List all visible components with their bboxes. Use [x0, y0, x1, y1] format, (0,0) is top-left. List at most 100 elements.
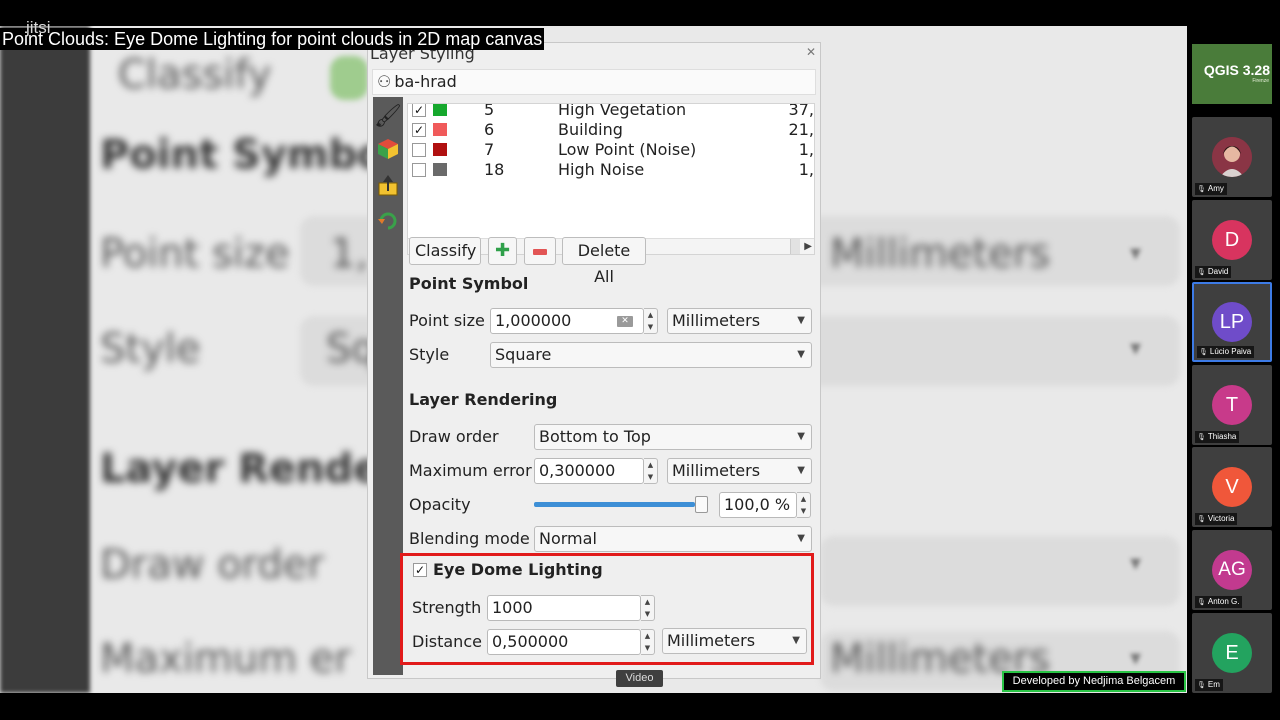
class-checkbox[interactable]: [412, 143, 426, 157]
opacity-input[interactable]: 100,0 %: [719, 492, 797, 518]
class-checkbox[interactable]: [412, 163, 426, 177]
participant-name: 🎙 Em: [1195, 679, 1223, 691]
elevation-icon[interactable]: [374, 173, 402, 201]
clear-icon[interactable]: ✕: [617, 316, 633, 327]
avatar: E: [1212, 633, 1252, 673]
eye-dome-lighting-checkbox[interactable]: ✓: [413, 563, 427, 577]
point-cloud-layer-icon: ⚇: [377, 72, 392, 91]
conference-logo-subtitle: Firenze: [1252, 78, 1269, 84]
plus-icon: ✚: [494, 240, 511, 261]
class-color-swatch[interactable]: [433, 163, 447, 176]
class-checkbox[interactable]: ✓: [412, 123, 426, 137]
avatar: [1212, 137, 1252, 177]
distance-stepper[interactable]: ▲ ▼: [641, 629, 655, 655]
avatar: T: [1212, 385, 1252, 425]
strength-input[interactable]: 1000: [487, 595, 641, 621]
participant-tile-active[interactable]: LP 🎙 Lúcio Paiva: [1192, 282, 1272, 362]
video-title: Point Clouds: Eye Dome Lighting for poin…: [0, 28, 545, 50]
bg-word: Point size: [100, 231, 290, 277]
avatar: AG: [1212, 550, 1252, 590]
class-label: Low Point (Noise): [558, 140, 697, 159]
point-symbol-heading: Point Symbol: [409, 274, 529, 293]
class-color-swatch[interactable]: [433, 143, 447, 156]
avatar: D: [1212, 220, 1252, 260]
layer-selector[interactable]: ⚇ ba-hrad: [372, 69, 816, 95]
chevron-down-icon: ▼: [797, 431, 805, 442]
bg-chevron: ▾: [1130, 336, 1142, 361]
table-row[interactable]: ✓ 5 High Vegetation 37,: [408, 103, 814, 120]
point-size-value: 1,000000: [495, 311, 572, 330]
scroll-right-icon[interactable]: ▶: [804, 239, 812, 254]
close-icon[interactable]: ✕: [806, 45, 816, 59]
participant-tile[interactable]: 🎙 Amy: [1192, 117, 1272, 197]
eye-dome-lighting-group: ✓ Eye Dome Lighting Strength 1000 ▲ ▼ Dis…: [400, 553, 814, 665]
draw-order-label: Draw order: [409, 427, 499, 446]
classify-button[interactable]: Classify: [409, 237, 481, 265]
point-size-unit-select[interactable]: Millimeters ▼: [667, 308, 812, 334]
participant-tile[interactable]: D 🎙 David: [1192, 200, 1272, 280]
maximum-error-unit-select[interactable]: Millimeters ▼: [667, 458, 812, 484]
opacity-label: Opacity: [409, 495, 471, 514]
chevron-down-icon: ▼: [797, 349, 805, 360]
delete-all-button[interactable]: Delete All: [562, 237, 646, 286]
bg-chevron: ▾: [1130, 551, 1142, 576]
strength-stepper[interactable]: ▲ ▼: [641, 595, 655, 621]
distance-input[interactable]: 0,500000: [487, 629, 641, 655]
maximum-error-label: Maximum error: [409, 461, 532, 480]
bg-word: Classify: [118, 52, 272, 98]
style-value: Square: [495, 345, 552, 364]
bg-word: Millimeters: [830, 231, 1051, 277]
mic-muted-icon: 🎙: [1197, 269, 1206, 276]
mic-muted-icon: 🎙: [1197, 186, 1206, 193]
chevron-down-icon: ▼: [797, 315, 805, 326]
participant-name: 🎙 David: [1195, 266, 1232, 278]
add-class-button[interactable]: ✚: [488, 237, 517, 265]
layer-name: ba-hrad: [394, 72, 457, 91]
class-checkbox[interactable]: ✓: [412, 104, 426, 117]
blending-mode-value: Normal: [539, 529, 597, 548]
style-select[interactable]: Square ▼: [490, 342, 812, 368]
mic-muted-icon: 🎙: [1199, 349, 1208, 356]
participant-name: 🎙 Lúcio Paiva: [1197, 346, 1255, 358]
table-row[interactable]: 7 Low Point (Noise) 1,: [408, 140, 814, 160]
style-label: Style: [409, 345, 450, 364]
mic-muted-icon: 🎙: [1197, 516, 1206, 523]
draw-order-select[interactable]: Bottom to Top ▼: [534, 424, 812, 450]
table-row[interactable]: 18 High Noise 1,: [408, 160, 814, 180]
maximum-error-stepper[interactable]: ▲ ▼: [644, 458, 658, 484]
opacity-slider[interactable]: [534, 492, 708, 518]
scroll-thumb[interactable]: [790, 239, 800, 254]
maximum-error-unit: Millimeters: [672, 461, 761, 480]
distance-unit-select[interactable]: Millimeters ▼: [662, 628, 807, 654]
participant-tile[interactable]: E 🎙 Em: [1192, 613, 1272, 693]
table-row[interactable]: ✓ 6 Building 21,: [408, 120, 814, 140]
class-color-swatch[interactable]: [433, 123, 447, 136]
class-label: High Noise: [558, 160, 645, 179]
bg-word: Point Symbo: [100, 132, 385, 178]
point-size-input[interactable]: 1,000000 ✕: [490, 308, 644, 334]
video-dark-strip: [0, 26, 90, 693]
opacity-slider-handle[interactable]: [695, 496, 708, 513]
history-icon[interactable]: [374, 209, 402, 237]
paintbrush-icon[interactable]: 🖌: [374, 103, 402, 131]
class-value: 7: [484, 140, 495, 159]
opacity-stepper[interactable]: ▲ ▼: [797, 492, 811, 518]
participant-tile[interactable]: V 🎙 Victoria: [1192, 447, 1272, 527]
class-count: 37,: [788, 103, 814, 119]
bg-word: Maximum er: [100, 636, 351, 682]
participant-name: 🎙 Victoria: [1195, 513, 1238, 525]
conference-logo-tile[interactable]: QGIS 3.28 Firenze: [1192, 44, 1272, 104]
blending-mode-select[interactable]: Normal ▼: [534, 526, 812, 552]
participant-tile[interactable]: AG 🎙 Anton G.: [1192, 530, 1272, 610]
participant-tile[interactable]: T 🎙 Thiasha: [1192, 365, 1272, 445]
class-color-swatch[interactable]: [433, 104, 447, 116]
remove-class-button[interactable]: [524, 237, 556, 265]
mic-muted-icon: 🎙: [1197, 599, 1206, 606]
classes-table[interactable]: ✓ 5 High Vegetation 37, ✓ 6 Building 21,…: [407, 103, 815, 255]
3d-cube-icon[interactable]: [374, 137, 402, 165]
mic-muted-icon: 🎙: [1197, 434, 1206, 441]
distance-value: 0,500000: [492, 632, 569, 651]
point-size-stepper[interactable]: ▲ ▼: [644, 308, 658, 334]
maximum-error-input[interactable]: 0,300000: [534, 458, 644, 484]
bg-word: Draw order: [100, 542, 324, 588]
